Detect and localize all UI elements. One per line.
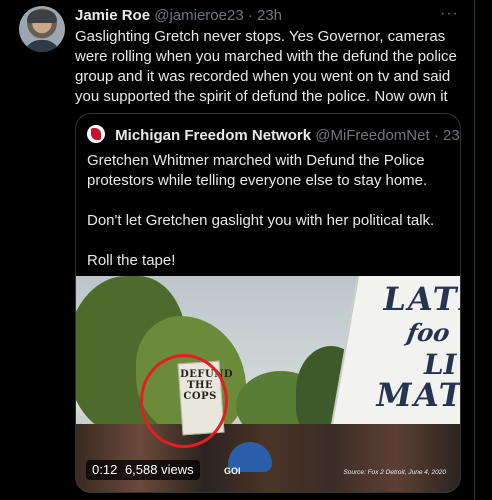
quoted-header: Michigan Freedom Network @MiFreedomNet ·… — [87, 125, 460, 145]
video-stats-badge: 0:12 6,588 views — [86, 460, 200, 480]
divider — [474, 0, 475, 500]
author-name[interactable]: Jamie Roe — [75, 7, 150, 24]
quoted-author-name[interactable]: Michigan Freedom Network — [115, 127, 311, 144]
sign-text: MAT — [372, 376, 460, 414]
time-separator: · — [247, 7, 253, 24]
quoted-author-handle[interactable]: @MiFreedomNet — [315, 127, 429, 144]
michigan-logo-icon — [87, 125, 105, 143]
tweet-time[interactable]: 23h — [257, 7, 282, 24]
quoted-text: Gretchen Whitmer marched with Defund the… — [87, 151, 447, 291]
video-source-caption: Source: Fox 2 Detroit, June 4, 2020 — [343, 469, 446, 476]
sign-text: foo — [404, 318, 453, 347]
tweet-text: Gaslighting Gretch never stops. Yes Gove… — [75, 28, 457, 105]
quoted-time-separator: · — [433, 127, 439, 144]
video-views: 6,588 views — [124, 462, 194, 477]
more-options-icon[interactable]: ··· — [440, 5, 459, 23]
sign-text: LATI — [379, 280, 460, 318]
video-duration: 0:12 — [92, 462, 118, 477]
author-handle[interactable]: @jamieroe23 — [154, 7, 243, 24]
highlight-circle — [140, 354, 228, 448]
quoted-paragraph: Don't let Gretchen gaslight you with her… — [87, 212, 435, 229]
video-player[interactable]: LATI foo LI MAT DEFUND THE COPS GOI Sour… — [76, 276, 460, 492]
quoted-tweet[interactable]: Michigan Freedom Network @MiFreedomNet ·… — [75, 113, 461, 493]
quoted-paragraph: Roll the tape! — [87, 252, 176, 269]
avatar-shirt — [24, 40, 60, 52]
avatar-cap — [27, 10, 57, 23]
tweet[interactable]: Jamie Roe @jamieroe23 · 23h ··· Gaslight… — [0, 0, 492, 500]
protest-sign-right: LATI foo LI MAT — [330, 276, 460, 426]
avatar[interactable] — [19, 6, 65, 52]
tweet-header: Jamie Roe @jamieroe23 · 23h — [75, 7, 282, 25]
quoted-time[interactable]: 23h — [443, 127, 460, 144]
quoted-paragraph: Gretchen Whitmer marched with Defund the… — [87, 152, 428, 189]
video-watermark: GOI — [224, 466, 241, 476]
